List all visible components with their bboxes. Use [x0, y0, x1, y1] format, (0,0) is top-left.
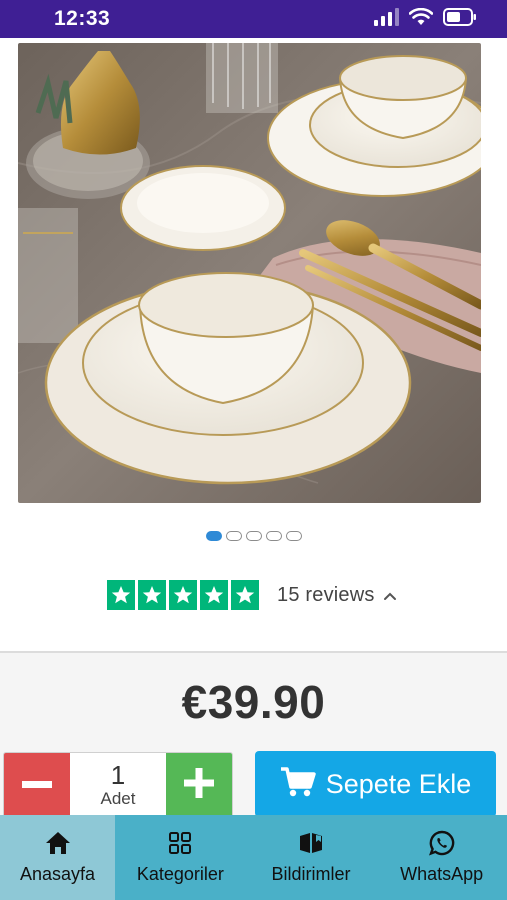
carousel-dots: [0, 531, 507, 541]
star-rating: [107, 580, 259, 610]
wifi-icon: [408, 7, 434, 31]
app-screen: 12:33 15 reviews €39.90 1 Adet Sepete Ek…: [0, 0, 507, 900]
star-icon: [200, 580, 228, 610]
product-image[interactable]: [18, 43, 481, 503]
plus-icon: [184, 767, 214, 803]
home-icon: [45, 830, 71, 856]
increase-quantity-button[interactable]: [166, 753, 232, 817]
nav-label-categories: Kategoriler: [136, 864, 224, 884]
nav-label-whatsapp: WhatsApp: [400, 864, 484, 884]
star-icon: [138, 580, 166, 610]
carousel-dot-1[interactable]: [205, 531, 222, 541]
star-icon: [231, 580, 259, 610]
quantity-value: 1: [110, 760, 126, 790]
signal-icon: [373, 7, 399, 31]
status-bar: 12:33: [0, 0, 507, 38]
notification-icon: [298, 830, 324, 856]
carousel-dot-2[interactable]: [225, 531, 242, 541]
nav-item-home[interactable]: Anasayfa: [0, 815, 115, 900]
nav-item-whatsapp[interactable]: WhatsApp: [376, 815, 507, 900]
quantity-field[interactable]: 1 Adet: [70, 753, 166, 817]
bottom-navigation: Anasayfa Kategoriler Bildirimler WhatsAp…: [0, 815, 507, 900]
purchase-panel: €39.90 1 Adet Sepete Ekle: [0, 651, 507, 821]
chevron-up-icon: [383, 584, 397, 607]
star-icon: [107, 580, 135, 610]
nav-item-notifications[interactable]: Bildirimler: [246, 815, 377, 900]
add-to-cart-button[interactable]: Sepete Ekle: [255, 751, 496, 817]
star-icon: [169, 580, 197, 610]
reviews-toggle[interactable]: 15 reviews: [277, 584, 397, 607]
quantity-stepper: 1 Adet: [3, 752, 233, 818]
cart-icon: [280, 766, 316, 803]
battery-icon: [443, 7, 477, 31]
grid-icon: [168, 830, 192, 856]
quantity-unit: Adet: [100, 789, 136, 808]
nav-label-notifications: Bildirimler: [271, 864, 351, 884]
product-price: €39.90: [181, 676, 326, 728]
nav-item-categories[interactable]: Kategoriler: [115, 815, 246, 900]
whatsapp-icon: [428, 830, 455, 856]
status-icons: [373, 7, 477, 31]
minus-icon: [22, 776, 52, 794]
carousel-dot-3[interactable]: [245, 531, 262, 541]
status-time: 12:33: [54, 7, 111, 30]
reviews-count: 15 reviews: [277, 583, 375, 606]
carousel-dot-5[interactable]: [285, 531, 302, 541]
carousel-dot-4[interactable]: [265, 531, 282, 541]
add-to-cart-label: Sepete Ekle: [325, 768, 472, 799]
rating-row: 15 reviews: [107, 580, 397, 610]
nav-label-home: Anasayfa: [19, 864, 96, 884]
decrease-quantity-button[interactable]: [4, 753, 70, 817]
